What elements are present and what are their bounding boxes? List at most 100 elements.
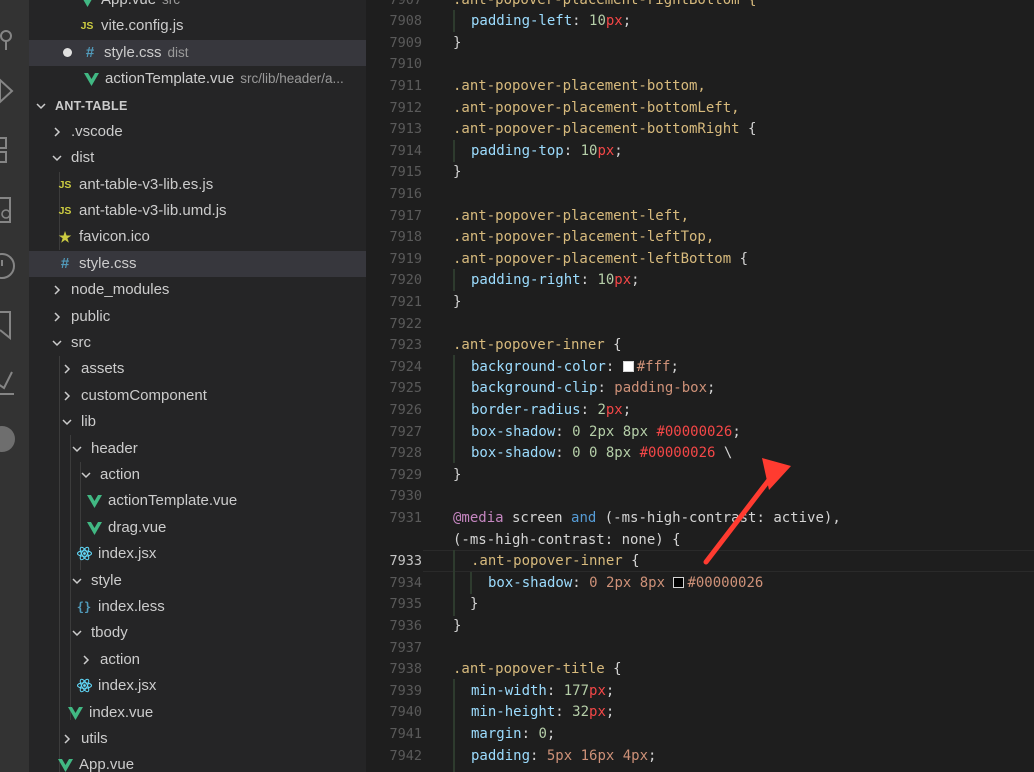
tree-file[interactable]: {} index.less	[29, 594, 366, 620]
tree-folder[interactable]: src	[29, 330, 366, 356]
vue-icon	[86, 488, 102, 514]
red-arrow-annotation	[703, 458, 791, 565]
activity-bar	[0, 0, 29, 772]
tree-folder[interactable]: lib	[29, 409, 366, 435]
file-name: favicon.ico	[79, 228, 150, 245]
tree-file[interactable]: App.vue	[29, 752, 366, 772]
chevron-down-icon	[61, 409, 75, 435]
tree-folder[interactable]: dist	[29, 145, 366, 171]
vue-icon	[86, 515, 102, 541]
tree-folder[interactable]: header	[29, 436, 366, 462]
chevron-right-icon	[61, 356, 75, 382]
chevron-down-icon	[51, 145, 65, 171]
vue-icon	[79, 0, 95, 13]
tree-file[interactable]: JS ant-table-v3-lib.es.js	[29, 172, 366, 198]
file-name: index.jsx	[98, 545, 157, 562]
folder-name: dist	[71, 149, 95, 166]
explorer-sidebar: App.vue src JS vite.config.js # style.css di…	[29, 0, 366, 772]
folder-name: action	[100, 466, 141, 483]
workspace-section-header[interactable]: ANT-TABLE	[29, 93, 366, 119]
source-control-icon[interactable]	[0, 20, 29, 50]
file-name: style.css	[104, 44, 162, 61]
file-path-hint: dist	[167, 45, 189, 60]
file-name: ant-table-v3-lib.umd.js	[79, 202, 227, 219]
folder-name: assets	[81, 360, 125, 377]
css-icon: #	[60, 255, 70, 272]
chevron-right-icon	[51, 304, 65, 330]
folder-name: header	[91, 440, 138, 457]
vue-icon	[83, 66, 99, 92]
open-editor-item[interactable]: JS vite.config.js	[29, 13, 366, 39]
braces-icon: {}	[76, 600, 92, 614]
code-editor[interactable]: 7907.ant-popover-placement-rightBottom {…	[366, 0, 1034, 772]
folder-name: public	[71, 308, 111, 325]
file-name: App.vue	[101, 0, 156, 8]
css-icon: #	[85, 44, 95, 61]
tree-file[interactable]: actionTemplate.vue	[29, 488, 366, 514]
tree-file[interactable]: drag.vue	[29, 515, 366, 541]
tree-folder[interactable]: style	[29, 568, 366, 594]
tree-folder[interactable]: action	[29, 647, 366, 673]
chevron-down-icon	[71, 568, 85, 594]
chevron-right-icon	[61, 726, 75, 752]
tree-folder[interactable]: utils	[29, 726, 366, 752]
tree-folder[interactable]: assets	[29, 356, 366, 382]
unsaved-dot-icon	[63, 48, 72, 57]
react-icon	[76, 541, 92, 567]
file-path-hint: src/lib/header/a...	[240, 71, 344, 86]
js-icon: JS	[58, 179, 72, 191]
js-icon: JS	[80, 20, 94, 32]
file-name: vite.config.js	[101, 17, 184, 34]
account-icon[interactable]	[0, 424, 29, 454]
tree-file-active[interactable]: # style.css	[29, 251, 366, 277]
folder-name: .vscode	[71, 123, 123, 140]
chevron-right-icon	[51, 277, 65, 303]
extensions-icon[interactable]	[0, 134, 29, 164]
tree-folder[interactable]: .vscode	[29, 119, 366, 145]
open-editor-item[interactable]: actionTemplate.vue src/lib/header/a...	[29, 66, 366, 92]
file-name: style.css	[79, 255, 137, 272]
workspace-name: ANT-TABLE	[55, 99, 128, 113]
file-name: ant-table-v3-lib.es.js	[79, 176, 214, 193]
tree-file[interactable]: JS ant-table-v3-lib.umd.js	[29, 198, 366, 224]
tree-folder[interactable]: node_modules	[29, 277, 366, 303]
run-debug-icon[interactable]	[0, 76, 29, 106]
tree-folder[interactable]: public	[29, 304, 366, 330]
file-name: index.jsx	[98, 677, 157, 694]
bookmark-icon[interactable]	[0, 310, 29, 340]
vue-icon	[57, 752, 73, 772]
folder-name: src	[71, 334, 91, 351]
chevron-right-icon	[61, 383, 75, 409]
js-icon: JS	[58, 205, 72, 217]
open-editor-item-active[interactable]: # style.css dist	[29, 40, 366, 66]
file-name: App.vue	[79, 756, 135, 772]
folder-name: customComponent	[81, 387, 207, 404]
react-icon	[76, 673, 92, 699]
chevron-down-icon	[51, 330, 65, 356]
remote-explorer-icon[interactable]	[0, 196, 29, 226]
tree-file[interactable]: index.jsx	[29, 673, 366, 699]
chevron-right-icon	[80, 647, 94, 673]
star-icon: ★	[58, 229, 72, 245]
timeline-icon[interactable]	[0, 252, 29, 282]
tree-folder[interactable]: action	[29, 462, 366, 488]
folder-name: tbody	[91, 624, 128, 641]
chevron-down-icon	[71, 620, 85, 646]
file-name: actionTemplate.vue	[105, 70, 235, 87]
tree-folder[interactable]: customComponent	[29, 383, 366, 409]
file-path-hint: src	[162, 0, 180, 7]
open-editor-item[interactable]: App.vue src	[29, 0, 366, 13]
folder-name: style	[91, 572, 122, 589]
folder-name: action	[100, 651, 141, 668]
chevron-down-icon	[71, 436, 85, 462]
tree-folder[interactable]: tbody	[29, 620, 366, 646]
file-name: index.less	[98, 598, 165, 615]
chevron-down-icon	[35, 93, 49, 119]
vue-icon	[67, 700, 83, 726]
tree-file[interactable]: index.jsx	[29, 541, 366, 567]
folder-name: node_modules	[71, 281, 170, 298]
chart-icon[interactable]	[0, 366, 29, 396]
tree-file[interactable]: ★ favicon.ico	[29, 224, 366, 250]
tree-file[interactable]: index.vue	[29, 700, 366, 726]
file-name: drag.vue	[108, 519, 167, 536]
